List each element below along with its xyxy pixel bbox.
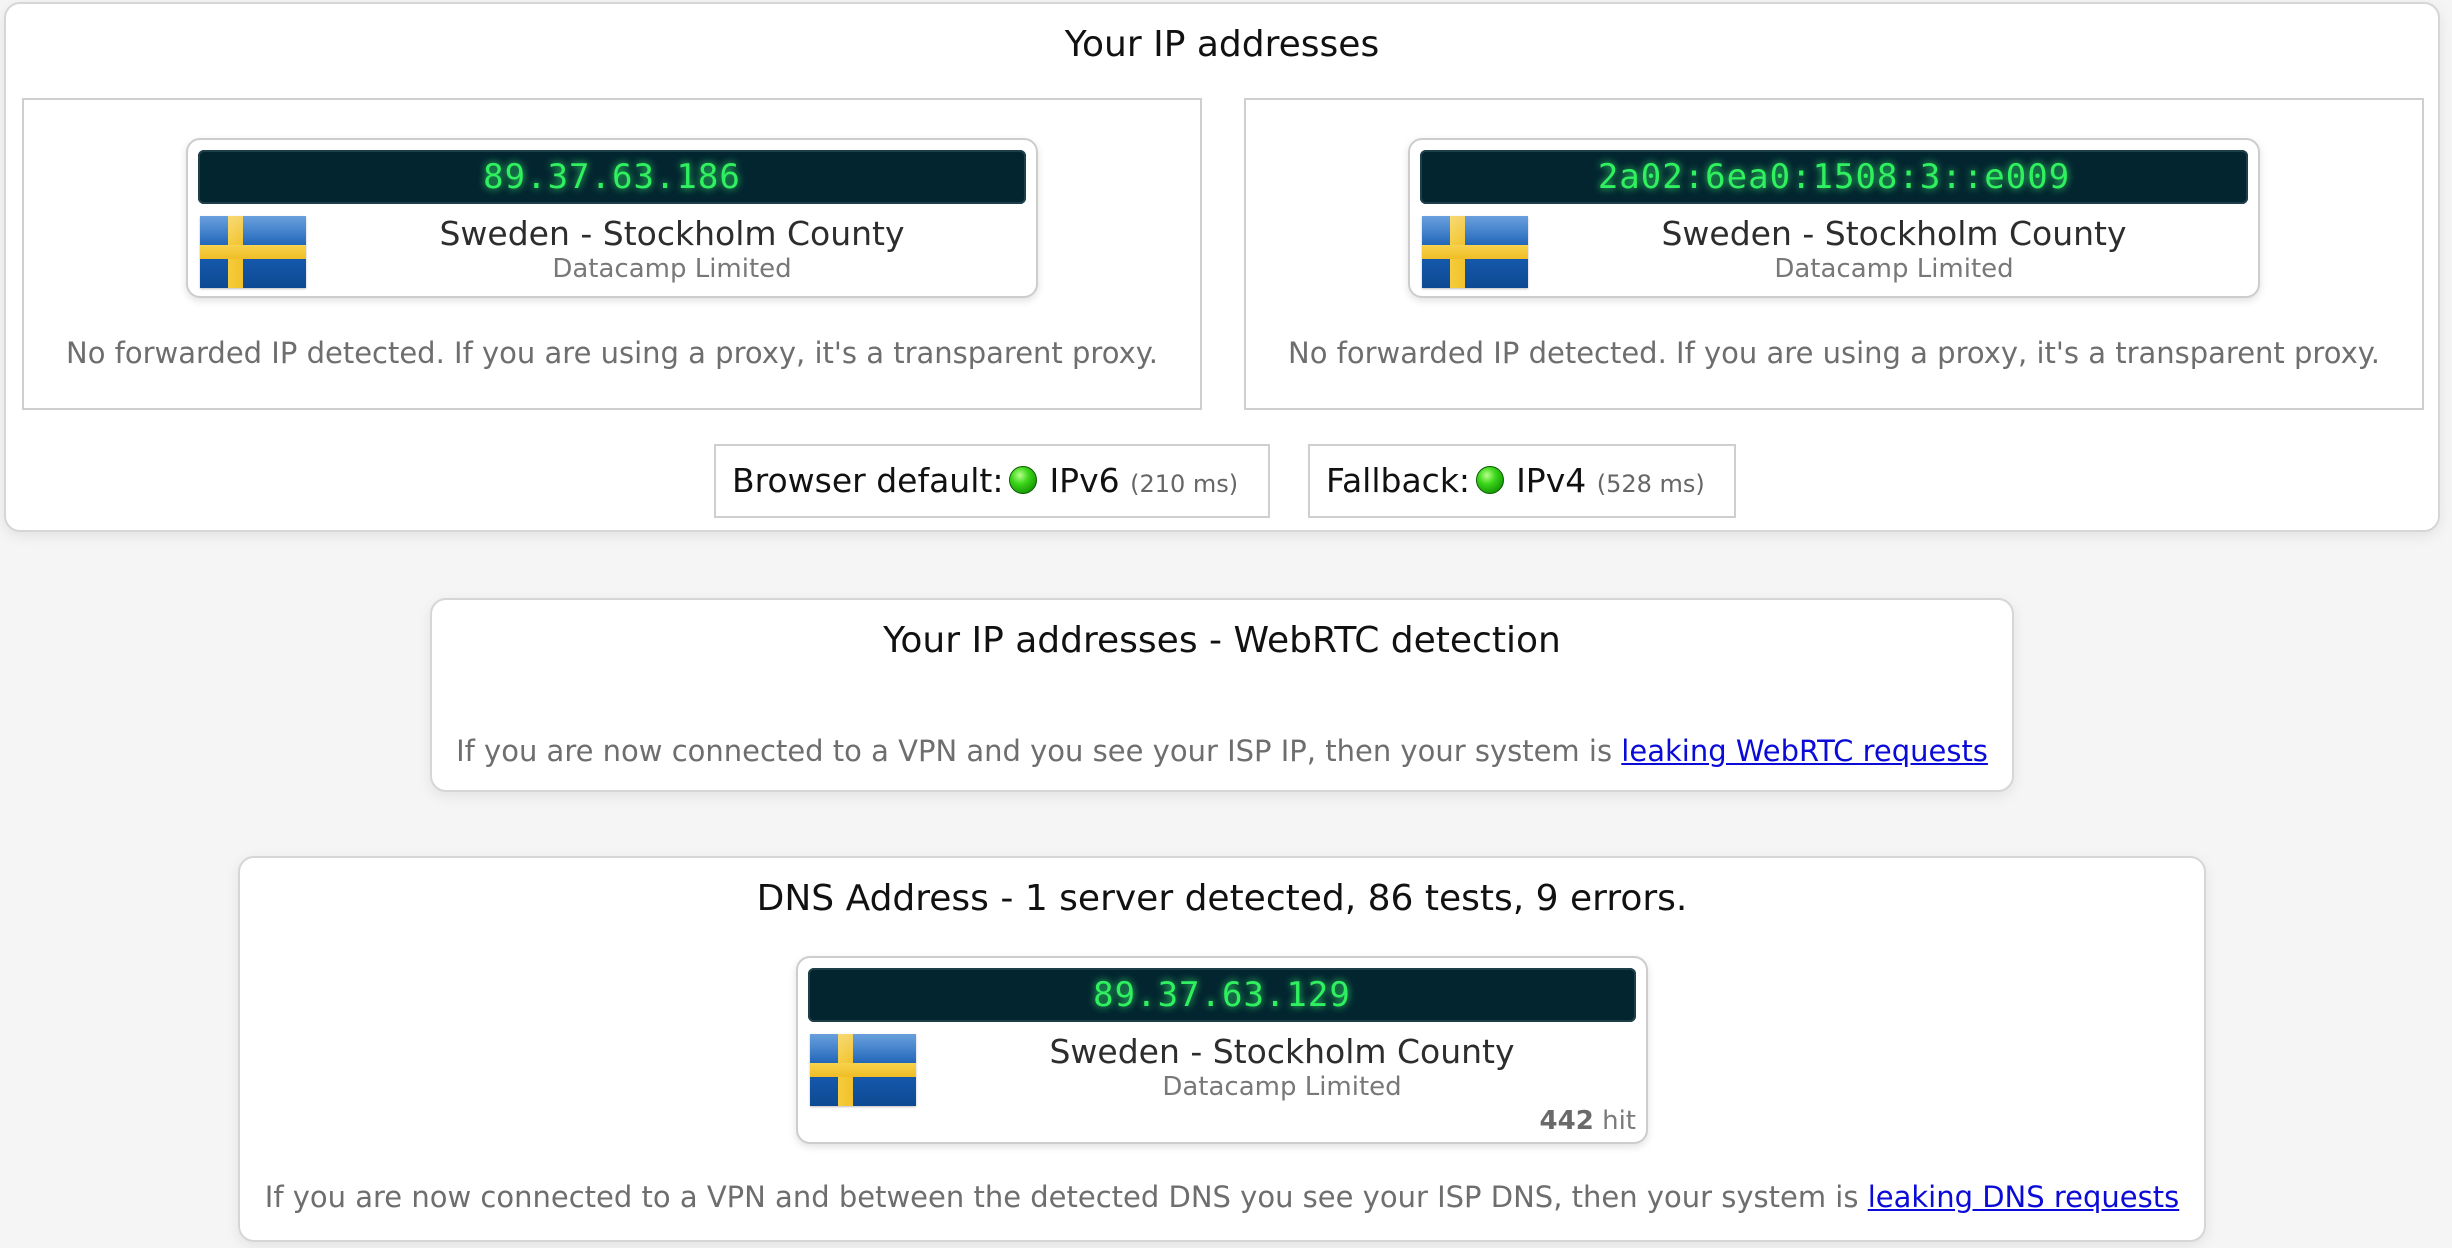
ipv6-isp: Datacamp Limited <box>1774 254 2014 284</box>
ipv4-box: 89.37.63.186 Sweden - Stockholm County D… <box>22 98 1202 410</box>
fallback-latency: (528 ms) <box>1596 470 1705 498</box>
leaking-webrtc-link[interactable]: leaking WebRTC requests <box>1621 734 1988 768</box>
sweden-flag-icon <box>200 216 306 288</box>
dns-note: If you are now connected to a VPN and be… <box>240 1180 2204 1214</box>
ip-addresses-panel: Your IP addresses 89.37.63.186 Sweden - … <box>4 2 2440 532</box>
browser-default-label: Browser default: <box>732 461 1004 500</box>
dns-server-hits: 442 hit <box>1540 1106 1636 1136</box>
ipv6-address: 2a02:6ea0:1508:3::e009 <box>1420 150 2248 204</box>
browser-default-latency: (210 ms) <box>1130 470 1239 498</box>
status-green-dot-icon <box>1476 466 1505 494</box>
leaking-dns-link[interactable]: leaking DNS requests <box>1868 1180 2180 1214</box>
dns-hits-count: 442 <box>1539 1106 1594 1136</box>
webrtc-note: If you are now connected to a VPN and yo… <box>432 734 2012 768</box>
ipv6-forwarded-note: No forwarded IP detected. If you are usi… <box>1288 336 2380 370</box>
fallback-protocol: IPv4 <box>1516 461 1587 500</box>
ipv6-box: 2a02:6ea0:1508:3::e009 Sweden - Stockhol… <box>1244 98 2424 410</box>
webrtc-panel: Your IP addresses - WebRTC detection If … <box>430 598 2014 792</box>
dns-title: DNS Address - 1 server detected, 86 test… <box>756 878 1688 919</box>
ipv6-location: Sweden - Stockholm County <box>1661 214 2127 253</box>
fallback-box: Fallback: IPv4 (528 ms) <box>1308 444 1736 518</box>
ipv4-card: 89.37.63.186 Sweden - Stockholm County D… <box>186 138 1038 298</box>
sweden-flag-icon <box>810 1034 916 1106</box>
dns-server-location: Sweden - Stockholm County <box>1049 1032 1515 1071</box>
dns-server-card: 89.37.63.129 Sweden - Stockholm County D… <box>796 956 1648 1144</box>
ipv4-location: Sweden - Stockholm County <box>439 214 905 253</box>
ipv4-forwarded-note: No forwarded IP detected. If you are usi… <box>66 336 1158 370</box>
browser-default-protocol: IPv6 <box>1049 461 1120 500</box>
dns-note-text: If you are now connected to a VPN and be… <box>264 1180 1859 1214</box>
ipv4-isp: Datacamp Limited <box>552 254 792 284</box>
fallback-label: Fallback: <box>1326 461 1471 500</box>
ipv4-address: 89.37.63.186 <box>198 150 1026 204</box>
dns-server-address: 89.37.63.129 <box>808 968 1636 1022</box>
ip-addresses-title: Your IP addresses <box>1064 24 1380 65</box>
ipv6-card: 2a02:6ea0:1508:3::e009 Sweden - Stockhol… <box>1408 138 2260 298</box>
dns-hits-label: hit <box>1602 1106 1636 1136</box>
webrtc-title: Your IP addresses - WebRTC detection <box>883 620 1561 661</box>
webrtc-note-text: If you are now connected to a VPN and yo… <box>456 734 1613 768</box>
sweden-flag-icon <box>1422 216 1528 288</box>
browser-default-box: Browser default: IPv6 (210 ms) <box>714 444 1270 518</box>
dns-panel: DNS Address - 1 server detected, 86 test… <box>238 856 2206 1242</box>
dns-server-isp: Datacamp Limited <box>1162 1072 1402 1102</box>
status-green-dot-icon <box>1009 466 1038 494</box>
